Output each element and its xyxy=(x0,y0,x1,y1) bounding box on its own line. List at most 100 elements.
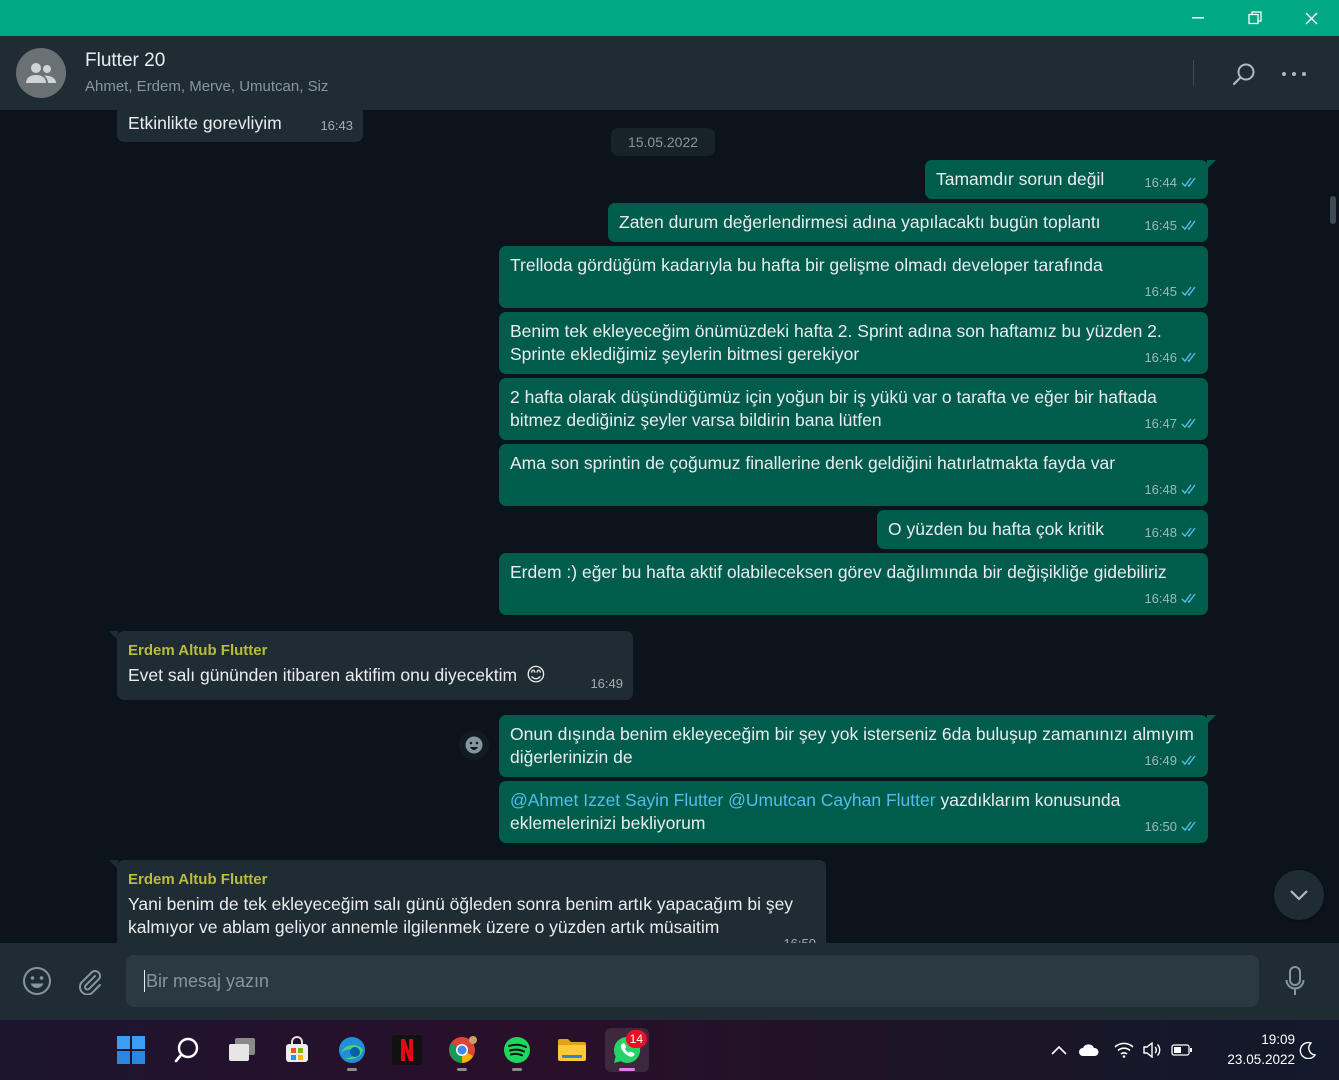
chat-title[interactable]: Flutter 20 xyxy=(85,50,165,72)
restore-icon xyxy=(1248,11,1262,25)
smile-emoji-icon: 😊 xyxy=(525,665,546,686)
task-view-icon xyxy=(229,1038,255,1061)
message-time: 16:48 xyxy=(1144,482,1177,497)
battery-icon xyxy=(1171,1044,1192,1056)
microphone-icon xyxy=(1285,966,1305,995)
focus-assist-tray[interactable] xyxy=(1296,1038,1320,1062)
voice-record-button[interactable] xyxy=(1277,963,1313,999)
search-icon xyxy=(1232,63,1255,86)
cloud-icon xyxy=(1079,1044,1099,1056)
group-avatar[interactable] xyxy=(16,48,66,98)
message-incoming[interactable]: Etkinlikte gorevliyim 16:43 xyxy=(117,110,363,142)
bubble-tail xyxy=(1207,160,1216,169)
messages-pane[interactable]: Etkinlikte gorevliyim 16:43 15.05.2022 T… xyxy=(0,110,1339,943)
mention-link[interactable]: @Ahmet Izzet Sayin Flutter xyxy=(510,790,723,810)
paperclip-icon xyxy=(79,970,101,995)
attach-button[interactable] xyxy=(71,963,107,999)
taskbar-file-explorer[interactable] xyxy=(550,1028,594,1072)
double-check-icon xyxy=(1181,352,1196,363)
message-sender[interactable]: Erdem Altub Flutter xyxy=(128,868,815,891)
text-caret xyxy=(144,970,145,992)
message-meta: 16:49 xyxy=(1144,749,1198,772)
message-outgoing[interactable]: O yüzden bu hafta çok kritik 16:48 xyxy=(877,510,1208,549)
taskbar-netflix[interactable] xyxy=(385,1028,429,1072)
search-button[interactable] xyxy=(1226,56,1262,92)
scrollbar-thumb[interactable] xyxy=(1330,196,1336,224)
windows-taskbar: 14 19:09 23.05.2022 xyxy=(0,1020,1339,1080)
react-button[interactable] xyxy=(459,730,489,760)
double-check-icon xyxy=(1181,220,1196,231)
header-divider xyxy=(1193,60,1194,86)
message-outgoing[interactable]: Tamamdır sorun değil 16:44 xyxy=(925,160,1216,199)
message-meta: 16:48 xyxy=(1144,478,1198,501)
battery-tray[interactable] xyxy=(1170,1038,1194,1062)
message-text: Yani benim de tek ekleyeceğim salı günü … xyxy=(128,894,794,937)
volume-tray[interactable] xyxy=(1140,1038,1164,1062)
message-outgoing[interactable]: Onun dışında benim ekleyeceğim bir şey y… xyxy=(499,715,1216,777)
message-meta: 16:45 xyxy=(1144,280,1198,303)
message-outgoing[interactable]: Zaten durum değerlendirmesi adına yapıla… xyxy=(608,203,1208,242)
message-time: 16:50 xyxy=(783,932,816,943)
start-button[interactable] xyxy=(109,1028,153,1072)
folder-icon xyxy=(558,1039,586,1061)
message-text: Erdem :) eğer bu hafta aktif olabileceks… xyxy=(510,562,1167,582)
message-outgoing[interactable]: Benim tek ekleyeceğim önümüzdeki hafta 2… xyxy=(499,312,1208,374)
menu-button[interactable] xyxy=(1276,56,1312,92)
double-check-icon xyxy=(1181,418,1196,429)
message-outgoing[interactable]: 2 hafta olarak düşündüğümüz için yoğun b… xyxy=(499,378,1208,440)
taskbar-spotify[interactable] xyxy=(495,1028,539,1072)
message-outgoing[interactable]: Ama son sprintin de çoğumuz finallerine … xyxy=(499,444,1208,506)
double-check-icon xyxy=(1181,821,1196,832)
chat-members[interactable]: Ahmet, Erdem, Merve, Umutcan, Siz xyxy=(85,78,328,95)
message-meta: 16:46 xyxy=(1144,346,1198,369)
message-sender[interactable]: Erdem Altub Flutter xyxy=(128,639,622,662)
message-outgoing[interactable]: Trelloda gördüğüm kadarıyla bu hafta bir… xyxy=(499,246,1208,308)
message-input[interactable] xyxy=(126,955,1259,1007)
message-text: Etkinlikte gorevliyim xyxy=(128,113,282,133)
clock-time: 19:09 xyxy=(1261,1032,1295,1047)
message-time: 16:48 xyxy=(1144,525,1177,540)
message-meta: 16:44 xyxy=(1144,171,1198,194)
search-icon xyxy=(174,1037,199,1063)
onedrive-tray[interactable] xyxy=(1077,1038,1101,1062)
mention-link[interactable]: @Umutcan Cayhan Flutter xyxy=(728,790,935,810)
taskbar-chrome[interactable] xyxy=(440,1028,484,1072)
message-meta: 16:48 xyxy=(1144,587,1198,610)
message-text: O yüzden bu hafta çok kritik xyxy=(888,519,1104,539)
minimize-icon xyxy=(1192,17,1204,19)
scroll-to-bottom-button[interactable] xyxy=(1274,870,1324,920)
message-meta: 16:47 xyxy=(1144,412,1198,435)
system-clock[interactable]: 19:09 23.05.2022 xyxy=(1207,1030,1295,1070)
message-incoming[interactable]: Erdem Altub Flutter Evet salı gününden i… xyxy=(109,631,633,700)
taskbar-whatsapp[interactable]: 14 xyxy=(605,1028,649,1072)
taskbar-search-button[interactable] xyxy=(165,1028,209,1072)
minimize-button[interactable] xyxy=(1173,0,1223,36)
message-time: 16:47 xyxy=(1144,416,1177,431)
close-button[interactable] xyxy=(1286,0,1336,36)
message-time: 16:49 xyxy=(590,676,623,691)
message-time: 16:48 xyxy=(1144,591,1177,606)
message-outgoing[interactable]: @Ahmet Izzet Sayin Flutter @Umutcan Cayh… xyxy=(499,781,1208,843)
bubble-tail xyxy=(109,631,118,640)
window-titlebar xyxy=(0,0,1339,36)
double-check-icon xyxy=(1181,527,1196,538)
wifi-icon xyxy=(1114,1042,1134,1058)
network-tray[interactable] xyxy=(1112,1038,1136,1062)
message-outgoing[interactable]: Erdem :) eğer bu hafta aktif olabileceks… xyxy=(499,553,1208,615)
message-meta: 16:43 xyxy=(320,114,353,137)
taskbar-store[interactable] xyxy=(275,1028,319,1072)
task-view-button[interactable] xyxy=(220,1028,264,1072)
double-check-icon xyxy=(1181,484,1196,495)
bubble-tail xyxy=(109,860,118,869)
chevron-down-icon xyxy=(1290,890,1308,901)
bubble-tail xyxy=(1207,715,1216,724)
message-incoming[interactable]: Erdem Altub Flutter Yani benim de tek ek… xyxy=(109,860,826,943)
show-hidden-icons-button[interactable] xyxy=(1047,1038,1071,1062)
restore-button[interactable] xyxy=(1230,0,1280,36)
taskbar-edge[interactable] xyxy=(330,1028,374,1072)
more-options-icon xyxy=(1282,72,1306,76)
date-chip: 15.05.2022 xyxy=(611,128,715,156)
emoji-button[interactable] xyxy=(19,963,55,999)
running-indicator xyxy=(347,1068,357,1071)
double-check-icon xyxy=(1181,755,1196,766)
